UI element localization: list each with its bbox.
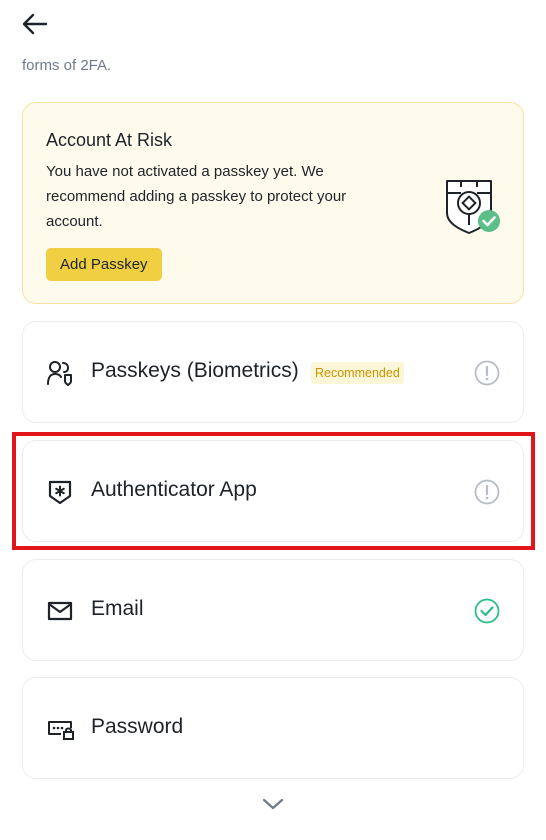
account-at-risk-card: Account At Risk You have not activated a… (22, 102, 524, 304)
chevron-down-icon[interactable] (260, 795, 286, 813)
envelope-icon (46, 598, 74, 624)
password-lock-icon (46, 716, 74, 742)
method-label-passkeys: Passkeys (Biometrics) (91, 359, 299, 382)
method-card-authenticator[interactable]: Authenticator App (22, 440, 524, 542)
authenticator-shield-icon (46, 479, 74, 505)
check-circle-icon (474, 598, 500, 624)
risk-card-text: You have not activated a passkey yet. We… (46, 163, 347, 230)
method-label-authenticator: Authenticator App (91, 478, 257, 501)
method-label-password: Password (91, 715, 184, 738)
warning-circle-icon (474, 360, 500, 386)
passkey-users-icon (46, 360, 74, 386)
recommended-badge: Recommended (311, 362, 404, 384)
page-subtitle: forms of 2FA. (22, 57, 112, 74)
risk-card-title: Account At Risk (46, 130, 173, 150)
method-card-email[interactable]: Email (22, 559, 524, 661)
back-button[interactable] (20, 10, 50, 38)
warning-circle-icon (474, 479, 500, 505)
method-label-email: Email (91, 597, 144, 620)
arrow-left-icon (22, 13, 48, 35)
add-passkey-button[interactable]: Add Passkey (46, 248, 162, 281)
method-card-passkeys[interactable]: Passkeys (Biometrics) Recommended (22, 321, 524, 423)
security-2fa-page: forms of 2FA. Account At Risk You have n… (0, 0, 546, 840)
method-card-password[interactable]: Password (22, 677, 524, 779)
shield-check-icon (446, 180, 500, 234)
